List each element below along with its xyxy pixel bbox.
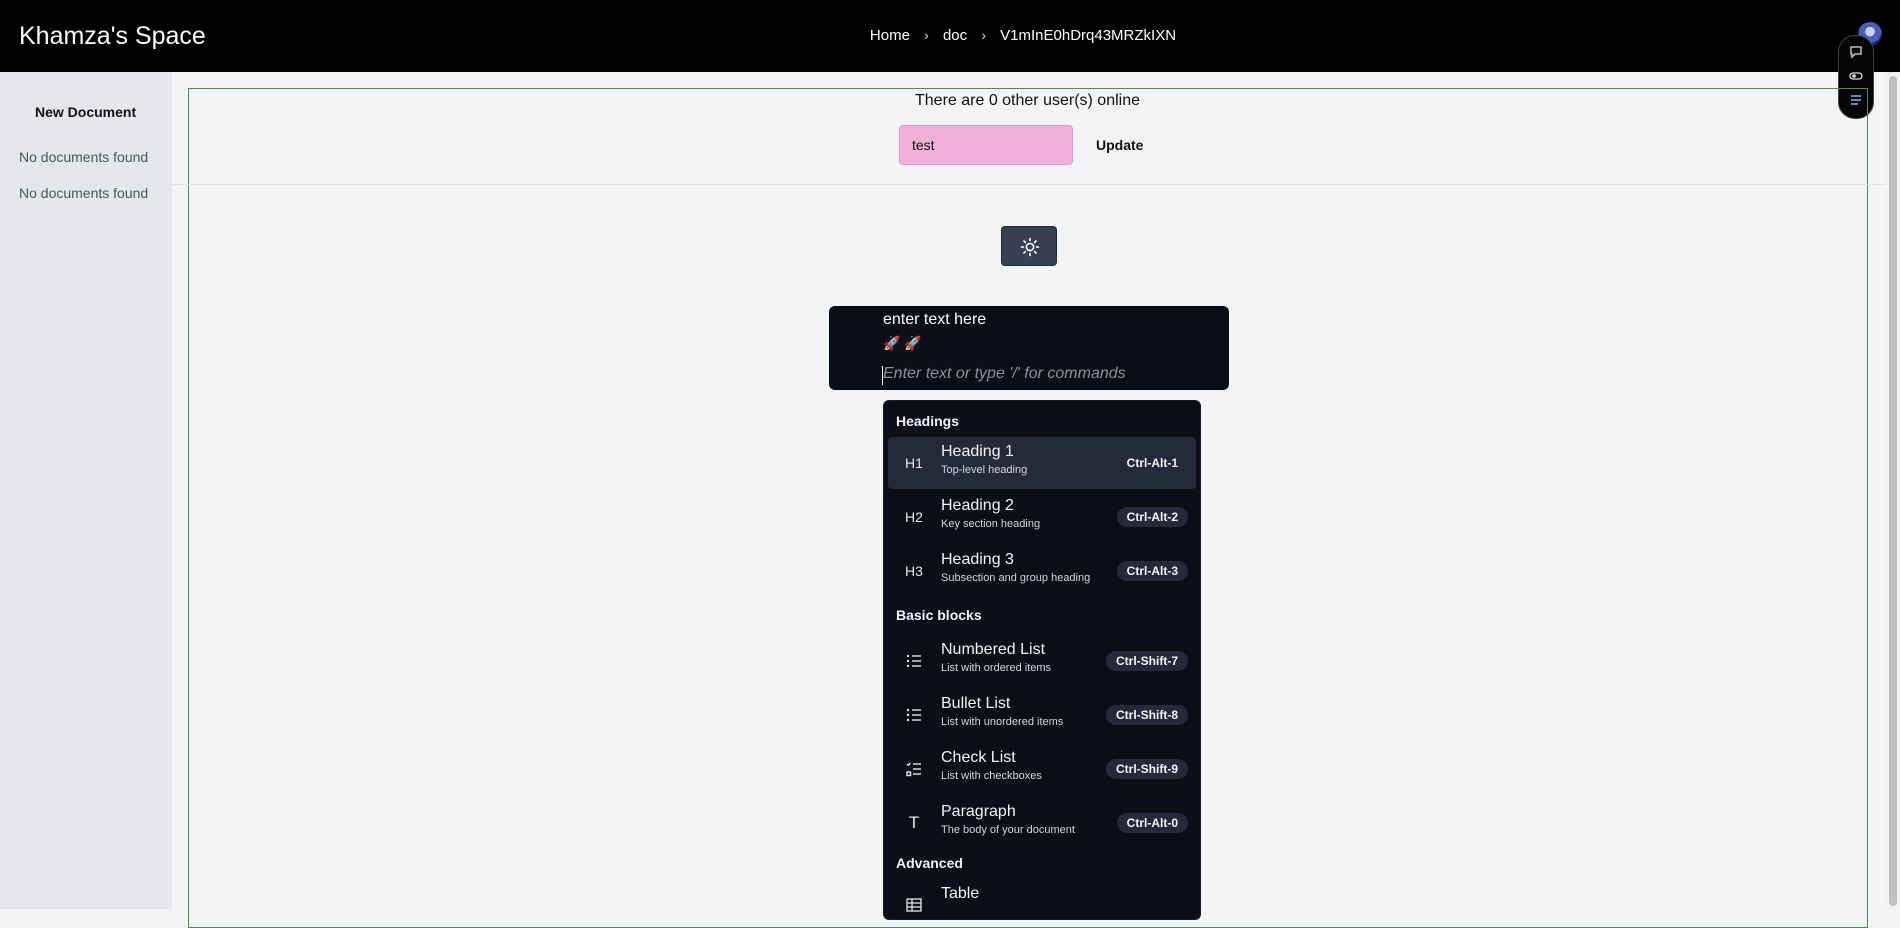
menu-item-heading-2[interactable]: H2 Heading 2 Key section heading Ctrl-Al… [888, 491, 1196, 543]
shortcut-badge: Ctrl-Alt-2 [1116, 507, 1188, 527]
editor-placeholder[interactable]: Enter text or type '/' for commands [883, 365, 1126, 383]
new-document-button[interactable]: New Document [35, 104, 136, 120]
shortcut-badge: Ctrl-Shift-7 [1106, 651, 1188, 671]
editor-line[interactable]: 🚀 🚀 [883, 335, 922, 352]
editor-line[interactable]: enter text here [883, 311, 986, 329]
chevron-right-icon: › [924, 27, 929, 43]
shortcut-badge: Ctrl-Shift-9 [1106, 759, 1188, 779]
menu-item-title: Heading 2 [941, 497, 1014, 514]
menu-item-title: Paragraph [941, 803, 1016, 820]
menu-item-subtitle: List with unordered items [941, 716, 1064, 728]
heading-1-icon: H1 [905, 455, 923, 471]
paragraph-icon: T [908, 813, 920, 832]
comment-icon[interactable] [1848, 44, 1864, 60]
menu-item-heading-3[interactable]: H3 Heading 3 Subsection and group headin… [888, 545, 1196, 597]
app-title: Khamza's Space [19, 22, 206, 50]
menu-item-heading-1[interactable]: H1 Heading 1 Top-level heading Ctrl-Alt-… [888, 437, 1196, 489]
update-button[interactable]: Update [1090, 126, 1148, 164]
check-list-icon [904, 759, 924, 779]
chevron-right-icon: › [981, 27, 986, 43]
menu-item-subtitle: Key section heading [941, 518, 1041, 530]
menu-item-subtitle: Top-level heading [941, 464, 1028, 476]
divider [172, 184, 1900, 185]
slash-command-menu: Headings H1 Heading 1 Top-level heading … [883, 400, 1201, 920]
shortcut-badge: Ctrl-Shift-8 [1106, 705, 1188, 725]
bullet-list-icon [904, 705, 924, 725]
breadcrumb-current[interactable]: V1mInE0hDrq43MRZkIXN [1000, 27, 1176, 44]
menu-item-subtitle: List with checkboxes [941, 770, 1042, 782]
menu-item-title: Heading 1 [941, 443, 1014, 460]
menu-item-subtitle: Subsection and group heading [941, 572, 1091, 584]
breadcrumb-home[interactable]: Home [870, 27, 910, 44]
breadcrumb-doc[interactable]: doc [943, 27, 967, 44]
menu-item-table[interactable]: Table [888, 879, 1196, 919]
sun-icon [1020, 237, 1040, 257]
menu-item-numbered-list[interactable]: Numbered List List with ordered items Ct… [888, 635, 1196, 687]
breadcrumb: Home › doc › V1mInE0hDrq43MRZkIXN [0, 25, 1900, 46]
menu-item-title: Numbered List [941, 641, 1046, 658]
menu-item-subtitle: List with ordered items [941, 662, 1052, 674]
theme-toggle-button[interactable] [1001, 226, 1057, 266]
menu-item-title: Heading 3 [941, 551, 1014, 568]
menu-group-label: Advanced [896, 855, 963, 871]
menu-group-label: Headings [896, 413, 960, 429]
username-input[interactable] [899, 125, 1073, 165]
scrollbar[interactable] [1886, 72, 1900, 909]
toggle-icon[interactable] [1848, 68, 1864, 84]
menu-item-title: Check List [941, 749, 1016, 766]
shortcut-badge: Ctrl-Alt-0 [1116, 813, 1188, 833]
shortcut-badge: Ctrl-Alt-3 [1116, 561, 1188, 581]
heading-3-icon: H3 [905, 563, 923, 579]
menu-item-title: Bullet List [941, 695, 1011, 712]
shortcut-badge: Ctrl-Alt-1 [1126, 456, 1178, 470]
numbered-list-icon [904, 651, 924, 671]
list-item: No documents found [19, 149, 149, 165]
menu-item-paragraph[interactable]: T Paragraph The body of your document Ct… [888, 797, 1196, 849]
scrollbar-thumb[interactable] [1889, 76, 1897, 906]
heading-2-icon: H2 [905, 509, 923, 525]
menu-group-label: Basic blocks [896, 607, 982, 623]
list-item: No documents found [19, 185, 149, 201]
menu-item-title: Table [941, 885, 980, 902]
top-bar: Khamza's Space Home › doc › V1mInE0hDrq4… [0, 0, 1900, 72]
table-icon [904, 895, 924, 915]
editor[interactable]: enter text here 🚀 🚀 Enter text or type '… [829, 306, 1229, 390]
menu-item-check-list[interactable]: Check List List with checkboxes Ctrl-Shi… [888, 743, 1196, 795]
menu-item-bullet-list[interactable]: Bullet List List with unordered items Ct… [888, 689, 1196, 741]
menu-item-subtitle: The body of your document [941, 824, 1075, 836]
